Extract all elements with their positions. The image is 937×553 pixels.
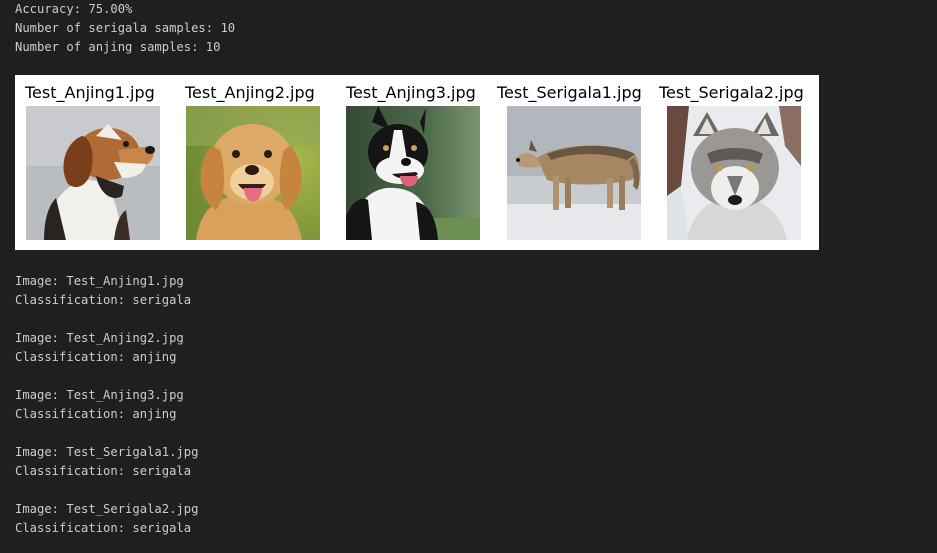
result-image-name: Image: Test_Serigala1.jpg bbox=[15, 445, 199, 459]
golden-retriever-dog-photo bbox=[186, 106, 320, 240]
result-classification: Classification: serigala bbox=[15, 521, 192, 535]
result-image-name: Image: Test_Anjing3.jpg bbox=[15, 388, 184, 402]
result-classification: Classification: serigala bbox=[15, 464, 192, 478]
beagle-dog-photo bbox=[26, 106, 160, 240]
border-collie-dog-photo bbox=[346, 106, 480, 240]
image-title: Test_Anjing3.jpg bbox=[346, 83, 476, 102]
result-classification: Classification: serigala bbox=[15, 293, 192, 307]
result-image-name: Image: Test_Anjing2.jpg bbox=[15, 331, 184, 345]
result-classification: Classification: anjing bbox=[15, 350, 177, 364]
result-image-name: Image: Test_Serigala2.jpg bbox=[15, 502, 199, 516]
gray-wolf-portrait-photo bbox=[667, 106, 801, 240]
wolf-walking-in-snow-photo bbox=[507, 106, 641, 240]
image-figure: Test_Anjing1.jpg Test_Anjing2.jpg Test_A… bbox=[15, 75, 819, 250]
image-title: Test_Serigala1.jpg bbox=[497, 83, 642, 102]
image-title: Test_Serigala2.jpg bbox=[659, 83, 804, 102]
anjing-samples-text: Number of anjing samples: 10 bbox=[15, 40, 221, 54]
image-title: Test_Anjing2.jpg bbox=[185, 83, 315, 102]
accuracy-text: Accuracy: 75.00% bbox=[15, 2, 133, 16]
image-title: Test_Anjing1.jpg bbox=[25, 83, 155, 102]
serigala-samples-text: Number of serigala samples: 10 bbox=[15, 21, 236, 35]
result-classification: Classification: anjing bbox=[15, 407, 177, 421]
result-image-name: Image: Test_Anjing1.jpg bbox=[15, 274, 184, 288]
